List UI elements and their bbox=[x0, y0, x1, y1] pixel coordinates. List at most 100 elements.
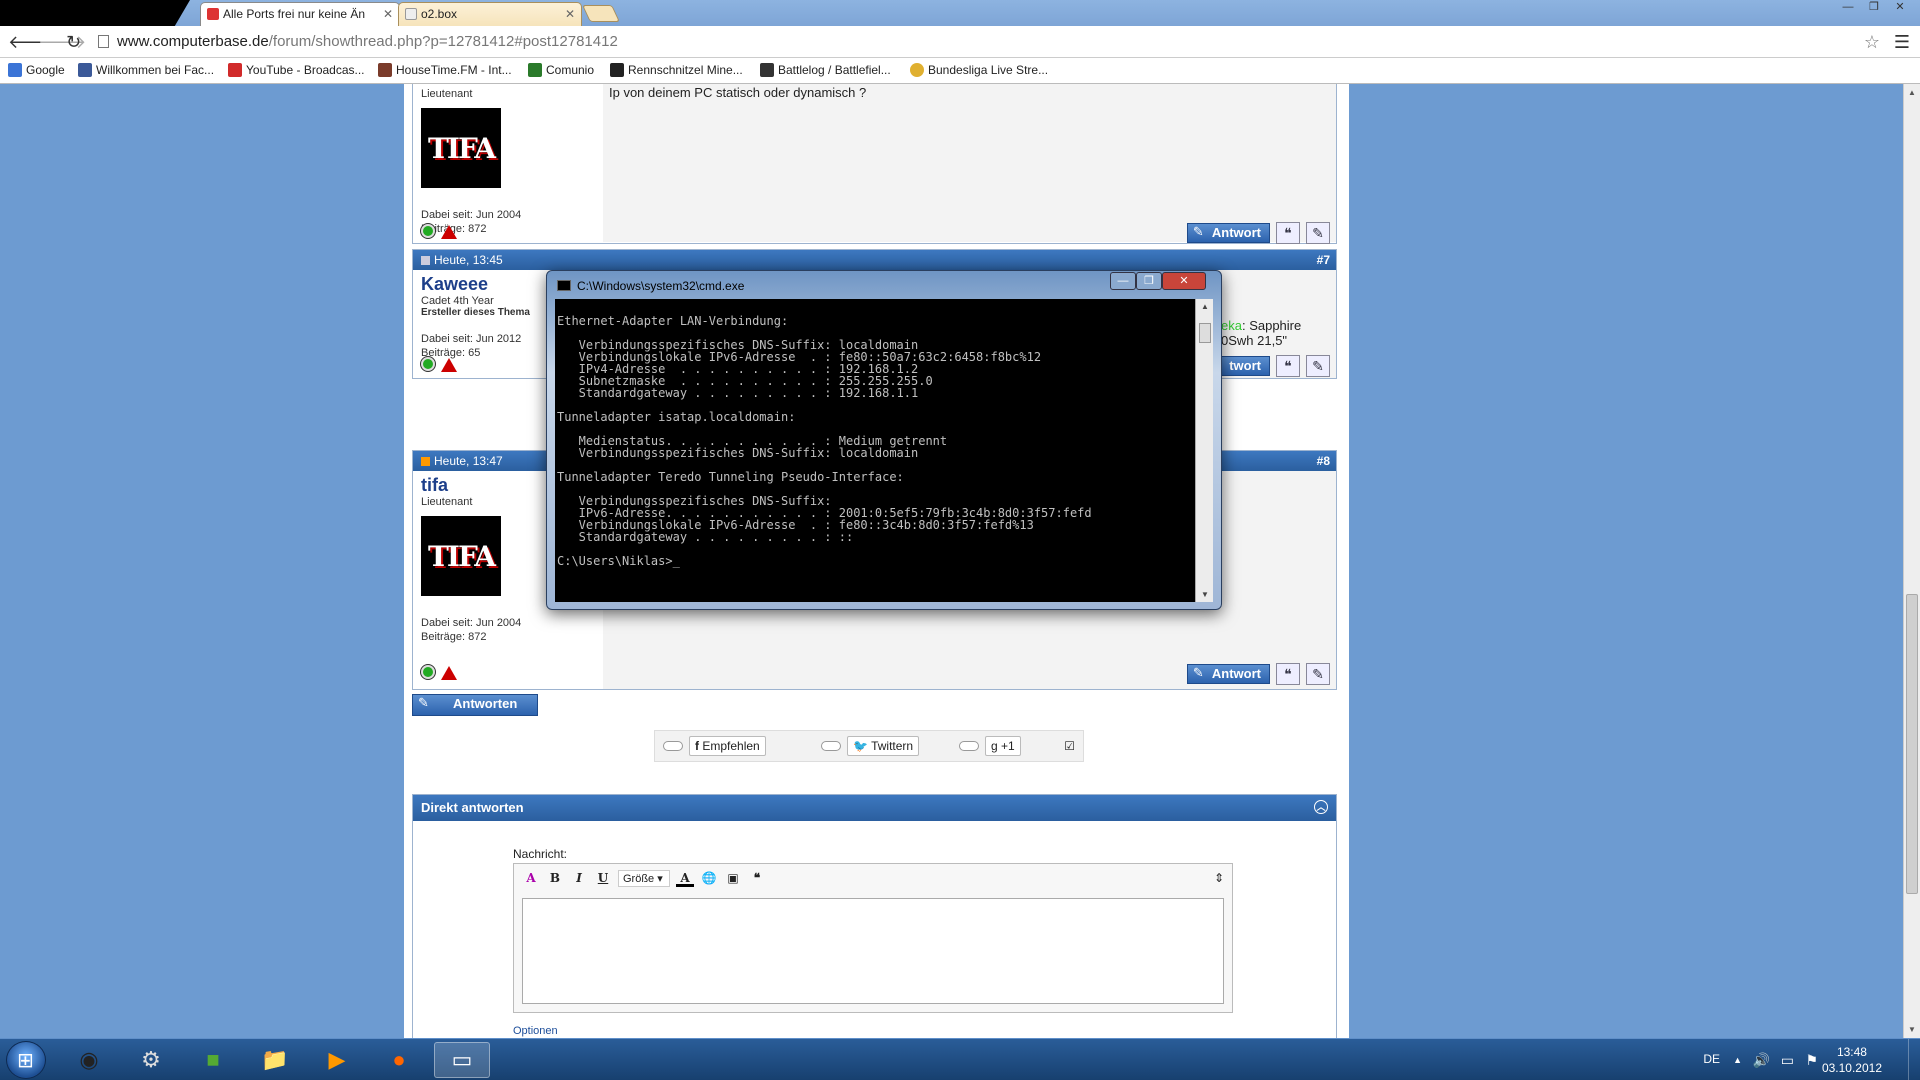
facebook-recommend[interactable]: f Empfehlen bbox=[663, 736, 813, 756]
network-icon[interactable]: ▭ bbox=[1781, 1052, 1794, 1069]
maximize-icon[interactable]: ❐ bbox=[1136, 272, 1162, 290]
quote-icon[interactable]: ❝ bbox=[1276, 663, 1300, 685]
avatar[interactable]: TIFA bbox=[421, 516, 501, 596]
plusone-button[interactable]: g +1 bbox=[985, 736, 1021, 756]
post-number[interactable]: #8 bbox=[1317, 454, 1330, 468]
google-plus-share[interactable]: g +1 bbox=[959, 736, 1059, 756]
address-bar[interactable]: www.computerbase.de/forum/showthread.php… bbox=[98, 30, 1868, 54]
minecraft-icon[interactable]: ■ bbox=[186, 1042, 240, 1078]
origin-icon[interactable]: ● bbox=[372, 1042, 426, 1078]
italic-icon[interactable]: I bbox=[570, 869, 588, 887]
menu-icon[interactable]: ☰ bbox=[1894, 32, 1910, 53]
report-icon[interactable] bbox=[441, 666, 457, 680]
language-indicator[interactable]: DE bbox=[1703, 1052, 1720, 1066]
redacted-area bbox=[0, 0, 190, 26]
maximize-icon[interactable]: ❐ bbox=[1862, 0, 1886, 16]
youtube-icon bbox=[228, 63, 242, 77]
url-domain: www.computerbase.de bbox=[117, 33, 269, 50]
message-textarea[interactable] bbox=[522, 898, 1224, 1004]
scroll-up-icon[interactable]: ▲ bbox=[1201, 302, 1209, 311]
scroll-thumb[interactable] bbox=[1906, 594, 1918, 894]
scroll-thumb[interactable] bbox=[1199, 323, 1211, 343]
link-icon[interactable]: 🌐 bbox=[700, 869, 718, 887]
font-color-icon[interactable]: A bbox=[676, 869, 694, 887]
recommend-button[interactable]: f Empfehlen bbox=[689, 736, 766, 756]
cmd-icon[interactable]: ▭ bbox=[434, 1042, 490, 1078]
post-status-icon bbox=[421, 457, 430, 466]
new-tab-button[interactable] bbox=[582, 5, 620, 22]
bold-icon[interactable]: B bbox=[546, 869, 564, 887]
toggle-icon[interactable] bbox=[821, 741, 841, 751]
chrome-icon[interactable]: ◉ bbox=[62, 1042, 116, 1078]
options-label: Optionen bbox=[513, 1025, 558, 1037]
remove-format-icon[interactable]: A bbox=[522, 869, 540, 887]
close-window-icon[interactable]: ✕ bbox=[1888, 0, 1912, 16]
clock[interactable]: 13:48 03.10.2012 bbox=[1822, 1044, 1882, 1076]
collapse-icon[interactable]: ︿ bbox=[1314, 800, 1328, 814]
signature-text: eka: Sapphire bbox=[1221, 318, 1302, 333]
multiquote-icon[interactable]: ✎ bbox=[1306, 355, 1330, 377]
console-output[interactable]: Ethernet-Adapter LAN-Verbindung: Verbind… bbox=[555, 299, 1195, 602]
bookmark-facebook[interactable]: Willkommen bei Fac... bbox=[78, 63, 214, 77]
url-path: /forum/showthread.php?p=12781412#post127… bbox=[268, 33, 618, 50]
bookmark-google[interactable]: Google bbox=[8, 63, 65, 77]
twitter-share[interactable]: 🐦 Twittern bbox=[821, 736, 951, 756]
avatar[interactable]: TIFA bbox=[421, 108, 501, 188]
report-icon[interactable] bbox=[441, 358, 457, 372]
quick-reply-title: Direkt antworten bbox=[421, 800, 524, 815]
close-icon[interactable]: ✕ bbox=[383, 7, 393, 21]
explorer-icon[interactable]: 📁 bbox=[248, 1042, 302, 1078]
cmd-window[interactable]: C:\Windows\system32\cmd.exe — ❐ ✕ Ethern… bbox=[546, 270, 1222, 610]
status-icons bbox=[421, 224, 457, 241]
reply-button[interactable]: Antwort bbox=[1186, 664, 1270, 684]
quote-icon[interactable]: ❝ bbox=[1276, 222, 1300, 244]
minimize-icon[interactable]: — bbox=[1110, 272, 1136, 290]
scroll-up-icon[interactable]: ▲ bbox=[1908, 88, 1916, 97]
underline-icon[interactable]: U bbox=[594, 869, 612, 887]
quote-icon[interactable]: ❝ bbox=[748, 869, 766, 887]
multiquote-icon[interactable]: ✎ bbox=[1306, 222, 1330, 244]
settings-checkbox-icon[interactable]: ☑ bbox=[1064, 739, 1075, 753]
quote-icon[interactable]: ❝ bbox=[1276, 355, 1300, 377]
close-icon[interactable]: ✕ bbox=[1162, 272, 1206, 290]
bookmark-star-icon[interactable]: ☆ bbox=[1864, 32, 1880, 53]
tray-expand-icon[interactable]: ▲ bbox=[1733, 1055, 1742, 1065]
reply-button[interactable]: Antwort bbox=[1186, 223, 1270, 243]
tweet-button[interactable]: 🐦 Twittern bbox=[847, 736, 920, 756]
resize-icon[interactable]: ⇕ bbox=[1214, 871, 1224, 885]
minimize-icon[interactable]: — bbox=[1836, 0, 1860, 16]
action-center-icon[interactable]: ⚑ bbox=[1805, 1052, 1818, 1069]
console-line: Standardgateway . . . . . . . . . : 192.… bbox=[557, 386, 919, 400]
post-number[interactable]: #7 bbox=[1317, 253, 1330, 267]
page-scrollbar[interactable]: ▲ ▼ bbox=[1903, 84, 1920, 1038]
media-player-icon[interactable]: ▶ bbox=[310, 1042, 364, 1078]
start-button[interactable] bbox=[6, 1041, 46, 1079]
toggle-icon[interactable] bbox=[663, 741, 683, 751]
close-icon[interactable]: ✕ bbox=[565, 7, 575, 21]
steam-icon[interactable]: ⚙ bbox=[124, 1042, 178, 1078]
quick-reply-panel: Direkt antworten ︿ Nachricht: A B I U Gr… bbox=[412, 794, 1337, 1038]
bookmarks-bar: Google Willkommen bei Fac... YouTube - B… bbox=[0, 58, 1920, 84]
bookmark-rennschnitzel[interactable]: Rennschnitzel Mine... bbox=[610, 63, 743, 77]
scroll-down-icon[interactable]: ▼ bbox=[1201, 590, 1209, 599]
scroll-down-icon[interactable]: ▼ bbox=[1908, 1025, 1916, 1034]
bookmark-housetime[interactable]: HouseTime.FM - Int... bbox=[378, 63, 512, 77]
bookmark-comunio[interactable]: Comunio bbox=[528, 63, 594, 77]
bookmark-bundesliga[interactable]: Bundesliga Live Stre... bbox=[910, 63, 1048, 77]
bookmark-youtube[interactable]: YouTube - Broadcas... bbox=[228, 63, 365, 77]
font-size-select[interactable]: Größe ▾ bbox=[618, 869, 670, 887]
image-icon[interactable]: ▣ bbox=[724, 869, 742, 887]
report-icon[interactable] bbox=[441, 225, 457, 239]
volume-icon[interactable]: 🔊 bbox=[1753, 1052, 1770, 1069]
bookmark-battlelog[interactable]: Battlelog / Battlefiel... bbox=[760, 63, 891, 77]
reload-icon[interactable]: ↻ bbox=[66, 32, 81, 52]
toggle-icon[interactable] bbox=[959, 741, 979, 751]
multiquote-icon[interactable]: ✎ bbox=[1306, 663, 1330, 685]
post-actions: Antwort ❝ ✎ bbox=[1186, 663, 1330, 685]
show-desktop-button[interactable] bbox=[1908, 1039, 1920, 1080]
bundesliga-icon bbox=[910, 63, 924, 77]
tab-forum-thread[interactable]: Alle Ports frei nur keine Än ✕ bbox=[200, 2, 400, 26]
console-scrollbar[interactable]: ▲ ▼ bbox=[1195, 299, 1213, 602]
reply-to-thread-button[interactable]: Antworten bbox=[412, 694, 538, 716]
tab-o2box[interactable]: o2.box ✕ bbox=[398, 2, 582, 26]
